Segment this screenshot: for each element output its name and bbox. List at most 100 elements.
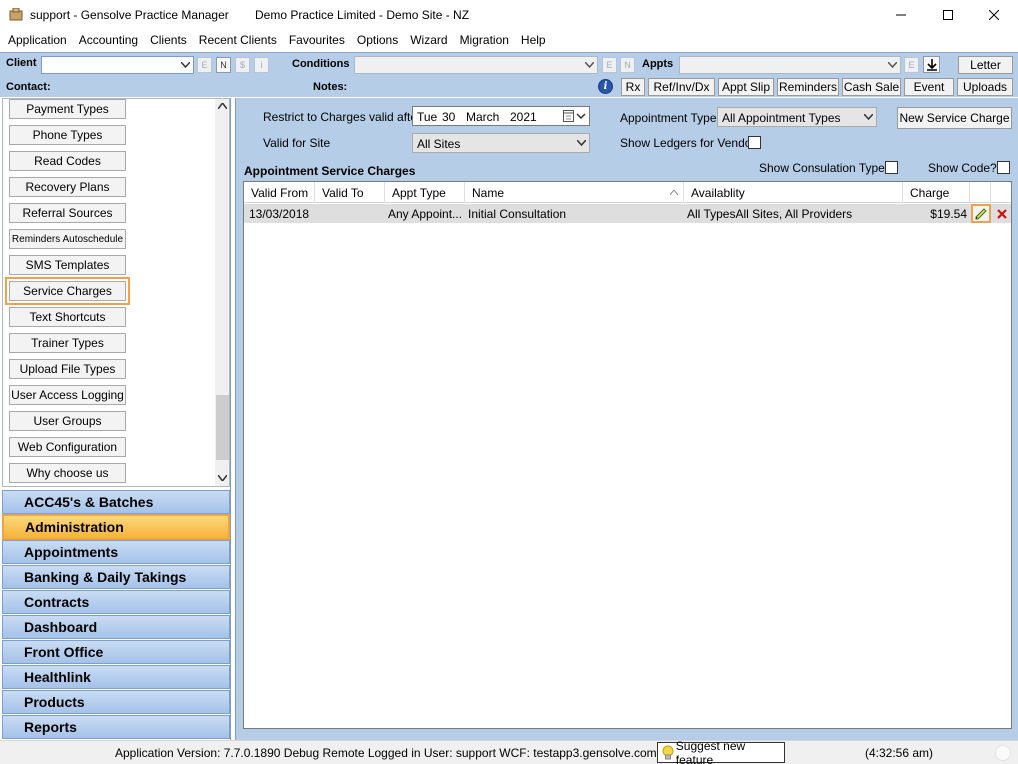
nav-reports[interactable]: Reports [2,715,230,739]
site-label: Valid for Site [263,136,331,150]
maximize-icon [943,10,953,20]
reminders-button[interactable]: Reminders [777,78,839,96]
conditions-new-button[interactable]: N [620,57,635,73]
table-row[interactable]: 13/03/2018 Any Appoint... Initial Consul… [244,204,1011,223]
event-button[interactable]: Event [904,78,954,96]
list-item-service-charges[interactable]: Service Charges [5,277,130,305]
client-new-button[interactable]: N [216,57,231,73]
list-item-read-codes[interactable]: Read Codes [9,151,126,171]
list-item-reminders-autoschedule[interactable]: Reminders Autoschedule [9,229,126,249]
appts-combo[interactable] [679,56,901,74]
menu-help[interactable]: Help [515,30,552,50]
list-item-trainer-types[interactable]: Trainer Types [9,333,126,353]
appt-type-select[interactable]: All Appointment Types [717,107,877,127]
list-item-text-shortcuts[interactable]: Text Shortcuts [9,307,126,327]
col-valid-to[interactable]: Valid To [315,182,385,203]
conditions-edit-button[interactable]: E [602,57,617,73]
list-item-user-groups[interactable]: User Groups [9,411,126,431]
chevron-down-icon [573,134,589,152]
date-picker[interactable]: Tue 30 March 2021 [412,106,590,126]
menu-accounting[interactable]: Accounting [73,30,144,50]
scrollbar-thumb[interactable] [216,395,229,460]
pencil-icon [975,207,987,219]
nav-products[interactable]: Products [2,690,230,714]
nav-front-office[interactable]: Front Office [2,640,230,664]
title-bar: support - Gensolve Practice Manager Demo… [0,0,1018,30]
contact-label: Contact: [6,81,51,93]
nav-appointments[interactable]: Appointments [2,540,230,564]
rx-button[interactable]: Rx [621,78,645,96]
main-panel: Restrict to Charges valid after Tue 30 M… [235,98,1018,740]
admin-list: Payment Types Phone Types Read Codes Rec… [2,98,230,487]
col-appt-type[interactable]: Appt Type [385,182,465,203]
close-icon [989,10,999,20]
delete-button[interactable] [993,205,1010,222]
scroll-down-icon[interactable] [218,475,227,481]
menu-application[interactable]: Application [2,30,73,50]
menu-recent-clients[interactable]: Recent Clients [193,30,283,50]
menu-migration[interactable]: Migration [454,30,515,50]
calendar-icon[interactable] [563,110,587,123]
date-year: 2021 [510,110,537,124]
menu-clients[interactable]: Clients [144,30,193,50]
nav-acc45-batches[interactable]: ACC45's & Batches [2,490,230,514]
list-scrollbar[interactable] [215,99,229,486]
col-name[interactable]: Name [465,182,684,203]
list-item-user-access-logging[interactable]: User Access Logging [9,385,126,405]
nav-dashboard[interactable]: Dashboard [2,615,230,639]
list-item-sms-templates[interactable]: SMS Templates [9,255,126,275]
client-edit-button[interactable]: E [197,57,212,73]
list-item-upload-file-types[interactable]: Upload File Types [9,359,126,379]
show-code-checkbox[interactable] [997,161,1010,174]
show-consult-checkbox[interactable] [885,161,898,174]
date-day: Tue [417,110,438,124]
list-item-referral-sources[interactable]: Referral Sources [9,203,126,223]
client-account-button[interactable]: $ [235,57,250,73]
menu-wizard[interactable]: Wizard [404,30,453,50]
site-select[interactable]: All Sites [412,133,590,153]
menu-favourites[interactable]: Favourites [283,30,351,50]
appts-edit-button[interactable]: E [904,57,919,73]
service-charges-grid: Valid From Valid To Appt Type Name Avail… [243,181,1012,729]
scroll-up-icon[interactable] [218,103,227,109]
appt-type-label: Appointment Type [620,111,717,125]
nav-healthlink[interactable]: Healthlink [2,665,230,689]
ref-inv-dx-button[interactable]: Ref/Inv/Dx [648,78,715,96]
nav-contracts[interactable]: Contracts [2,590,230,614]
uploads-button[interactable]: Uploads [957,78,1013,96]
conditions-label: Conditions [292,58,350,70]
info-icon[interactable]: i [598,79,613,94]
suggest-feature-button[interactable]: Suggest new feature [657,739,785,764]
appt-slip-button[interactable]: Appt Slip [718,78,774,96]
sidebar: Payment Types Phone Types Read Codes Rec… [0,98,231,740]
maximize-button[interactable] [925,0,971,30]
list-item-why-choose-us[interactable]: Why choose us [9,463,126,483]
chevron-down-icon [884,57,900,73]
nav-banking-daily-takings[interactable]: Banking & Daily Takings [2,565,230,589]
download-button[interactable] [923,56,940,73]
conditions-combo[interactable] [354,56,598,74]
status-time: (4:32:56 am) [865,746,934,760]
client-info-button[interactable]: i [254,57,269,73]
appt-type-value: All Appointment Types [722,111,841,125]
minimize-button[interactable] [878,0,924,30]
list-item-web-configuration[interactable]: Web Configuration [9,437,126,457]
lightbulb-icon [662,745,674,759]
nav-administration[interactable]: Administration [2,514,230,540]
list-item-recovery-plans[interactable]: Recovery Plans [9,177,126,197]
show-ledgers-checkbox[interactable] [748,136,761,149]
col-valid-from[interactable]: Valid From [244,182,315,203]
list-item-payment-types[interactable]: Payment Types [9,99,126,119]
list-item-phone-types[interactable]: Phone Types [9,125,126,145]
edit-button[interactable] [971,204,991,223]
col-availability[interactable]: Availablity [684,182,903,203]
col-charge[interactable]: Charge [903,182,970,203]
cash-sale-button[interactable]: Cash Sale [842,78,901,96]
menu-options[interactable]: Options [351,30,404,50]
cell-name: Initial Consultation [468,207,567,221]
close-button[interactable] [971,0,1017,30]
client-combo[interactable] [41,56,194,74]
new-service-charge-button[interactable]: New Service Charge [897,107,1012,129]
notes-label: Notes: [313,81,348,93]
letter-button[interactable]: Letter [958,56,1013,74]
